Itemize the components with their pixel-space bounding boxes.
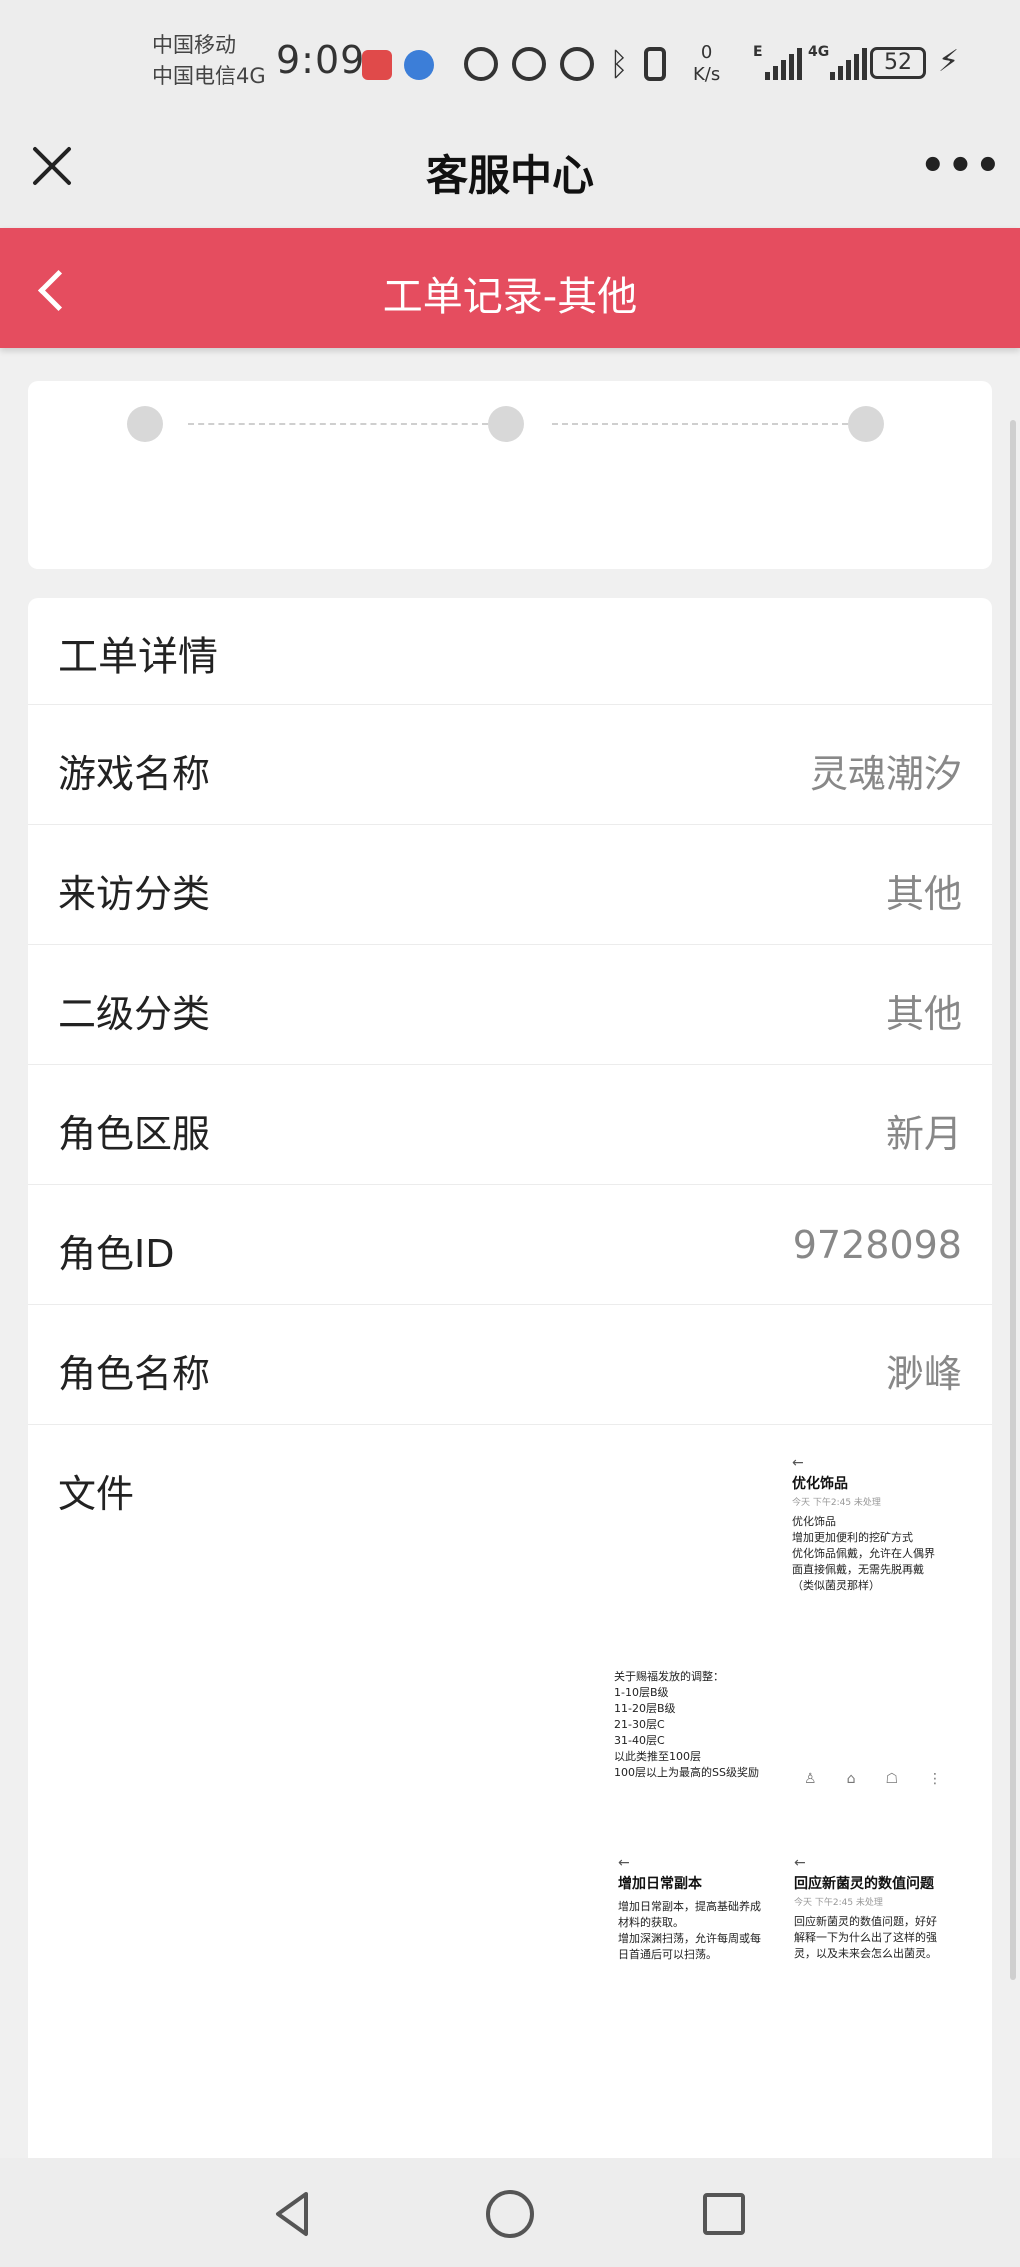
- files-label: 文件: [58, 1472, 135, 1516]
- step-1-dot: [127, 406, 163, 442]
- page-header: 工单记录-其他: [0, 228, 1020, 348]
- row-label: 游戏名称: [58, 752, 211, 796]
- carrier-info: 中国移动 中国电信4G: [152, 30, 266, 92]
- bluetooth-icon: ᛒ: [609, 45, 629, 83]
- status-icons: ᛒ: [464, 44, 666, 84]
- battery-indicator: 52: [870, 47, 926, 79]
- signal-1-icon: [765, 48, 802, 80]
- nav-recent-apps-button[interactable]: [703, 2193, 745, 2235]
- row-value: 新月: [885, 1112, 962, 1156]
- thumb-nav-icons: ♙ ⌂ ☖ ⋮: [804, 1771, 942, 1787]
- row-value: 其他: [885, 992, 962, 1036]
- thumb-body: 回应新菌灵的数值问题，好好 解释一下为什么出了这样的强 灵，以及未来会怎么出菌灵…: [794, 1915, 937, 1960]
- card-heading: 工单详情: [58, 634, 218, 680]
- thumb-meta: 今天 下午2:45 未处理: [792, 1498, 881, 1508]
- net-speed-value: 0: [700, 42, 713, 63]
- thumb-back-icon: ←: [618, 1855, 630, 1871]
- file-thumbnail-1[interactable]: ← 优化饰品 今天 下午2:45 未处理 优化饰品 增加更加便利的挖矿方式 优化…: [792, 1455, 960, 1615]
- thumb-nav-icon: ☖: [885, 1771, 899, 1787]
- step-2-dot: [488, 406, 524, 442]
- detail-row-role-id: 角色ID 9728098: [28, 1184, 992, 1304]
- step-3-dot: [848, 406, 884, 442]
- step-connector-2: [552, 423, 848, 425]
- status-bar: 中国移动 中国电信4G 9:09 ᛒ 0 K/s E 4G 52 ⚡: [0, 0, 1020, 120]
- step-connector-1: [188, 423, 488, 425]
- thumb-body: 关于赐福发放的调整： 1-10层B级 11-20层B级 21-30层C 31-4…: [614, 1670, 759, 1779]
- browser-app-icon: [404, 50, 434, 80]
- more-options-button[interactable]: •••: [920, 146, 1003, 186]
- thumb-title: 回应新菌灵的数值问题: [794, 1876, 934, 1892]
- eye-icon: [512, 47, 546, 81]
- row-value: 其他: [885, 872, 962, 916]
- row-value: 9728098: [792, 1223, 962, 1267]
- detail-row-sub-category: 二级分类 其他: [28, 944, 992, 1064]
- thumb-title: 增加日常副本: [618, 1876, 702, 1892]
- carrier-1: 中国移动: [152, 33, 236, 57]
- net-speed: 0 K/s: [693, 42, 720, 86]
- clock: 9:09: [276, 38, 366, 82]
- carrier-2: 中国电信4G: [152, 64, 266, 88]
- detail-row-server: 角色区服 新月: [28, 1064, 992, 1184]
- progress-steps-card: [28, 381, 992, 569]
- speedometer-icon: [464, 47, 498, 81]
- thumb-nav-icon: ♙: [804, 1771, 817, 1787]
- file-thumbnail-4[interactable]: ← 回应新菌灵的数值问题 今天 下午2:45 未处理 回应新菌灵的数值问题，好好…: [794, 1855, 962, 1995]
- detail-row-visit-category: 来访分类 其他: [28, 824, 992, 944]
- thumb-title: 优化饰品: [792, 1476, 848, 1492]
- row-label: 来访分类: [58, 872, 211, 916]
- signal-1-label: E: [753, 44, 763, 60]
- scrollbar[interactable]: [1010, 420, 1016, 1980]
- signal-2-label: 4G: [808, 44, 830, 60]
- file-thumbnail-2[interactable]: 关于赐福发放的调整： 1-10层B级 11-20层B级 21-30层C 31-4…: [614, 1663, 782, 1803]
- row-label: 角色名称: [58, 1352, 211, 1396]
- detail-row-game-name: 游戏名称 灵魂潮汐: [28, 704, 992, 824]
- alarm-icon: [560, 47, 594, 81]
- vibrate-icon: [644, 47, 666, 81]
- thumb-back-icon: ←: [792, 1455, 804, 1471]
- charging-icon: ⚡: [938, 44, 960, 79]
- nav-home-button[interactable]: [486, 2190, 534, 2238]
- page-title: 工单记录-其他: [382, 274, 638, 320]
- row-value: 灵魂潮汐: [809, 752, 962, 796]
- wechat-title: 客服中心: [425, 151, 594, 200]
- thumb-nav-icon: ⋮: [928, 1771, 943, 1787]
- thumb-meta: 今天 下午2:45 未处理: [794, 1898, 883, 1908]
- system-nav-bar: [0, 2158, 1020, 2267]
- signal-2-icon: [830, 48, 867, 80]
- row-label: 角色区服: [58, 1112, 211, 1156]
- net-speed-unit: K/s: [693, 64, 721, 85]
- detail-row-role-name: 角色名称 渺峰: [28, 1304, 992, 1424]
- row-value: 渺峰: [885, 1352, 962, 1396]
- book-app-icon: [362, 50, 392, 80]
- thumb-nav-icon: ⌂: [846, 1771, 856, 1787]
- thumb-back-icon: ←: [794, 1855, 806, 1871]
- triangle-back-icon: [276, 2192, 308, 2236]
- detail-row-files: 文件 ← 优化饰品 今天 下午2:45 未处理 优化饰品 增加更加便利的挖矿方式…: [28, 1424, 992, 2144]
- ticket-detail-card: 工单详情 游戏名称 灵魂潮汐 来访分类 其他 二级分类 其他 角色区服 新月 角…: [28, 598, 992, 2158]
- thumb-body: 增加日常副本，提高基础养成 材料的获取。 增加深渊扫荡，允许每周或每 日首通后可…: [618, 1900, 761, 1961]
- row-label: 角色ID: [58, 1232, 175, 1276]
- wechat-header: 客服中心 •••: [0, 120, 1020, 228]
- row-label: 二级分类: [58, 992, 211, 1036]
- nav-back-button[interactable]: [268, 2190, 316, 2238]
- thumb-body: 优化饰品 增加更加便利的挖矿方式 优化饰品佩戴，允许在人偶界 面直接佩戴，无需先…: [792, 1515, 935, 1592]
- file-thumbnail-3[interactable]: ← 增加日常副本 增加日常副本，提高基础养成 材料的获取。 增加深渊扫荡，允许每…: [618, 1855, 786, 1995]
